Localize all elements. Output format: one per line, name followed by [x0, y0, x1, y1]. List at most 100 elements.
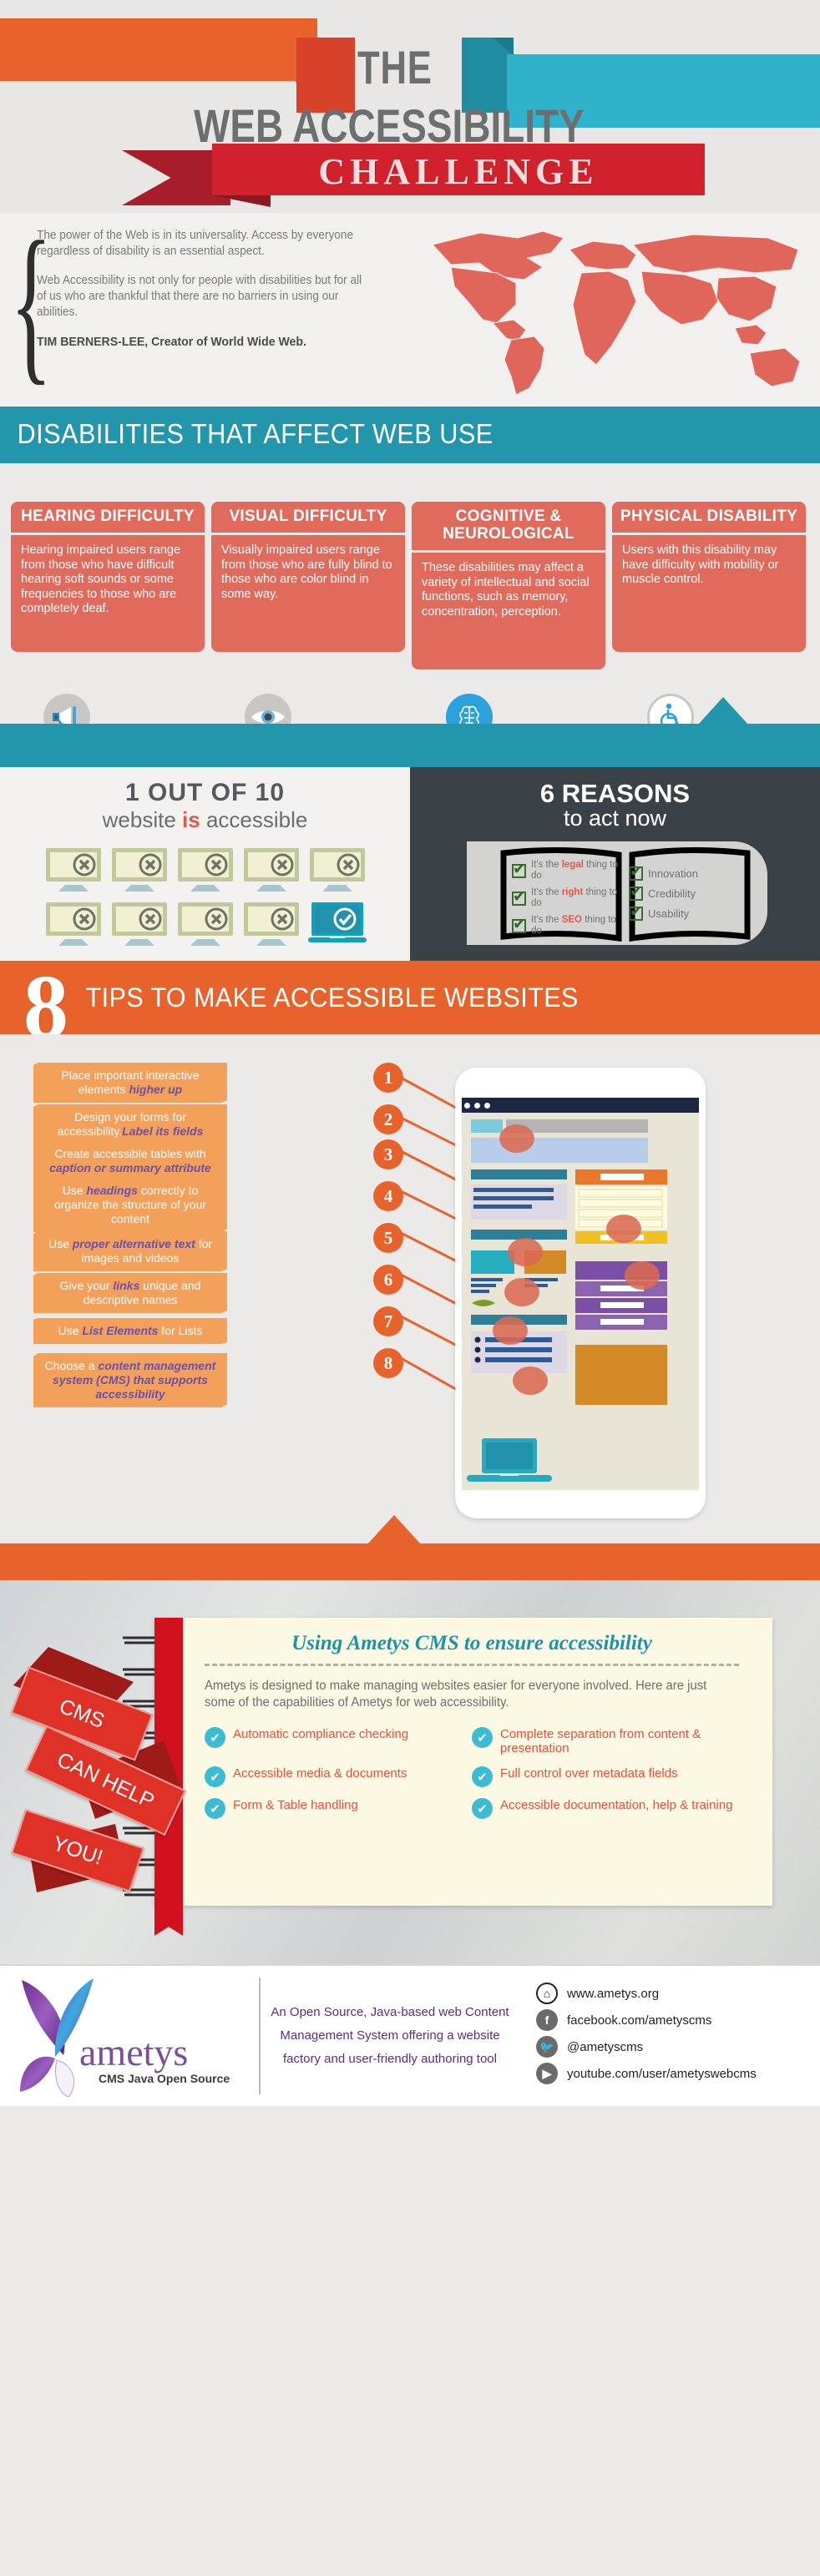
tip-item: Choose a content management system (CMS)… [33, 1353, 227, 1407]
quote-text: The power of the Web is in its universal… [37, 228, 374, 363]
stat-headline: 1 OUT OF 10 [124, 779, 286, 806]
social-link-twitter[interactable]: 🐦 @ametyscms [536, 2036, 820, 2058]
social-label[interactable]: facebook.com/ametyscms [567, 2013, 711, 2028]
cms-title: Using Ametys CMS to ensure accessibility [291, 1632, 652, 1654]
check-icon: ✔ [205, 1727, 225, 1748]
tip-text: Create accessible tables with caption or… [33, 1141, 227, 1181]
cms-divider [205, 1664, 739, 1666]
monitor-accessible-icon [307, 902, 367, 942]
card-body: Users with this disability may have diff… [612, 535, 806, 652]
monitor-inaccessible-icon [177, 848, 233, 891]
tip-number-6: 6 [373, 1265, 403, 1295]
cms-feature-label: Complete separation from content & prese… [500, 1727, 701, 1755]
check-icon [629, 902, 643, 922]
cms-help-ribbons: CMS CAN HELP YOU! [8, 1639, 200, 1906]
tips-body: Place important interactive elements hig… [0, 1034, 820, 1543]
reason-item: Usability [629, 902, 746, 922]
tip-item: Use List Elements for Lists [33, 1318, 227, 1344]
social-link-youtube[interactable]: ▶ youtube.com/user/ametyswebcms [536, 2063, 820, 2084]
footer-social-links: ⌂ www.ametys.org f facebook.com/ametyscm… [519, 1983, 820, 2089]
disabilities-title: DISABILITIES THAT AFFECT WEB USE [17, 418, 494, 449]
cms-feature: ✔ Accessible media & documents [205, 1766, 472, 1787]
disability-card: VISUAL DIFFICULTY Visually impaired user… [211, 502, 405, 669]
tip-marker-1 [499, 1124, 534, 1153]
tip-number-5: 5 [373, 1223, 403, 1253]
window-dot [474, 1103, 480, 1109]
monitor-inaccessible-icon [177, 902, 233, 946]
cms-orange-band [0, 1515, 820, 1580]
check-icon: ✔ [472, 1798, 493, 1819]
card-body: Visually impaired users range from those… [211, 535, 405, 652]
tip-marker-3 [625, 1261, 660, 1290]
monitor-inaccessible-icon [309, 848, 365, 891]
stat-sub-pre: website [102, 807, 183, 832]
social-label[interactable]: youtube.com/user/ametyswebcms [567, 2067, 757, 2081]
cms-feature-label: Full control over metadata fields [500, 1766, 678, 1780]
tip-text: Use proper alternative text for images a… [33, 1231, 227, 1271]
reasons-headline: 6 REASONS [539, 779, 691, 808]
cms-feature-label: Automatic compliance checking [233, 1727, 409, 1741]
check-icon: ✔ [205, 1766, 225, 1787]
cms-feature: ✔ Accessible documentation, help & traini… [472, 1798, 739, 1819]
cms-feature-label: Form & Table handling [233, 1798, 358, 1812]
monitor-inaccessible-icon [45, 902, 101, 946]
social-link-facebook[interactable]: f facebook.com/ametyscms [536, 2009, 820, 2031]
header-orange-banner [0, 18, 317, 81]
cms-feature: ✔ Full control over metadata fields [472, 1766, 739, 1787]
card-body: Hearing impaired users range from those … [11, 535, 205, 652]
cms-feature-label: Accessible media & documents [233, 1766, 407, 1780]
footer: ametys CMS Java Open Source An Open Sour… [0, 1964, 820, 2106]
tip-item: Design your forms for accessibility.Labe… [33, 1104, 227, 1144]
accessible-stat: 1 OUT OF 10 website is accessible [0, 767, 410, 961]
tip-item: Use proper alternative text for images a… [33, 1231, 227, 1271]
monitor-inaccessible-icon [111, 902, 167, 946]
check-icon [629, 862, 643, 881]
reason-label: Credibility [648, 887, 696, 900]
card-body: These disabilities may affect a variety … [412, 553, 605, 669]
monitor-inaccessible-icon [243, 848, 299, 891]
check-icon [512, 887, 526, 907]
tip-number-4: 4 [373, 1181, 403, 1211]
facebook-icon: f [536, 2009, 558, 2031]
reasons-stat: 6 REASONS to act now It's the legal thin… [410, 767, 820, 961]
tip-text: Design your forms for accessibility.Labe… [33, 1104, 227, 1144]
reasons-subtitle: to act now [563, 806, 667, 831]
social-link-website[interactable]: ⌂ www.ametys.org [536, 1983, 820, 2004]
tip-number-2: 2 [373, 1104, 403, 1134]
reason-label: It's the right thing to do [531, 887, 618, 908]
social-label[interactable]: @ametyscms [567, 2040, 643, 2054]
tip-number-3: 3 [373, 1139, 403, 1169]
ametys-wordmark: ametys [79, 2031, 189, 2073]
tip-item: Place important interactive elements hig… [33, 1063, 227, 1103]
reason-item: It's the right thing to do [512, 887, 620, 909]
reason-item: Credibility [629, 882, 746, 902]
header-line1: THE [357, 41, 433, 93]
reason-item: It's the SEO thing to do [512, 915, 620, 937]
check-icon: ✔ [472, 1727, 493, 1748]
reason-label: It's the legal thing to do [531, 860, 618, 881]
tip-text: Place important interactive elements hig… [33, 1063, 227, 1103]
quote-section: { The power of the Web is in its univers… [0, 213, 820, 407]
header-ribbon: CHALLENGE [122, 144, 723, 207]
disability-card: HEARING DIFFICULTY Hearing impaired user… [11, 502, 205, 669]
card-title: PHYSICAL DISABILITY [612, 502, 806, 533]
cms-paragraph: Ametys is designed to make managing webs… [205, 1679, 707, 1710]
tips-band: 8 TIPS TO MAKE ACCESSIBLE WEBSITES [0, 957, 820, 1068]
social-label[interactable]: www.ametys.org [567, 1987, 659, 2001]
mock-webpage [462, 1113, 699, 1488]
tip-number-8: 8 [373, 1348, 403, 1378]
twitter-icon: 🐦 [536, 2036, 558, 2058]
card-title: COGNITIVE & NEUROLOGICAL [412, 502, 605, 550]
disabilities-band: DISABILITIES THAT AFFECT WEB USE [0, 407, 820, 498]
reason-item: It's the legal thing to do [512, 860, 620, 881]
quote-paragraph-1: The power of the Web is in its universal… [37, 229, 354, 258]
header: THE WEB ACCESSIBILITY CHALLENGE [0, 0, 820, 213]
tip-number-1: 1 [373, 1063, 403, 1093]
cms-feature: ✔ Automatic compliance checking [205, 1727, 472, 1755]
disability-card: PHYSICAL DISABILITY Users with this disa… [612, 502, 806, 669]
tip-marker-4 [508, 1238, 543, 1266]
cms-feature-grid: ✔ Automatic compliance checking ✔ Complete… [205, 1727, 739, 1830]
card-title: VISUAL DIFFICULTY [211, 502, 405, 533]
monitor-grid [0, 833, 410, 947]
open-book: It's the legal thing to do It's the righ… [410, 841, 820, 946]
